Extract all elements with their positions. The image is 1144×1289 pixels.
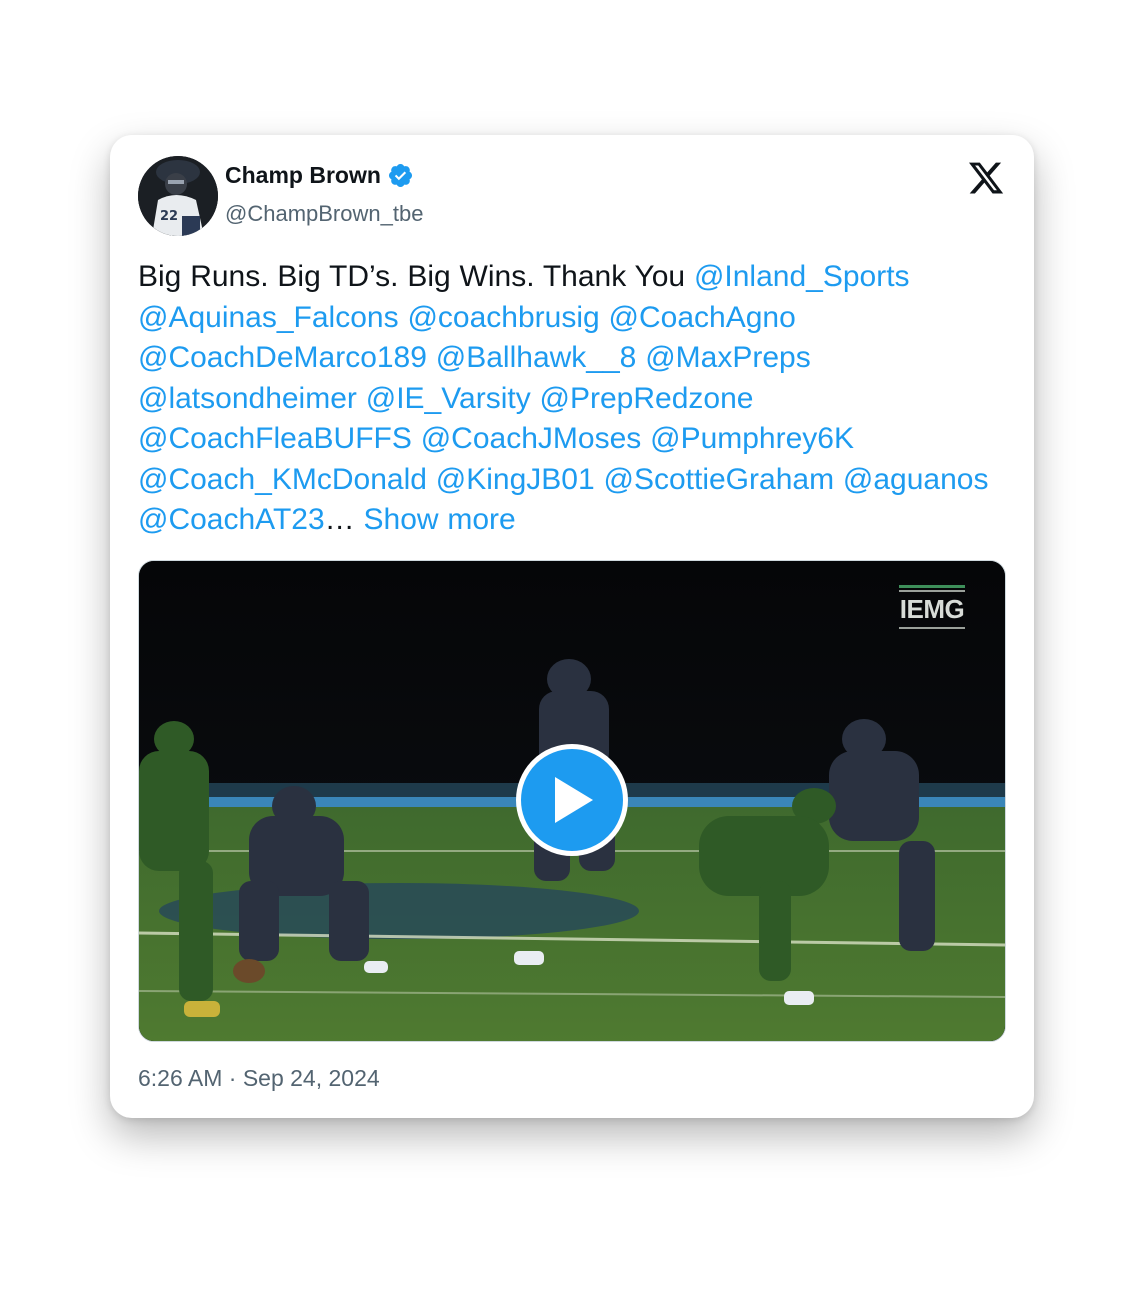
mention-link[interactable]: @coachbrusig — [407, 301, 599, 334]
mention-link[interactable]: @CoachAgno — [609, 301, 796, 334]
x-logo-icon[interactable] — [966, 159, 1006, 197]
mention-link[interactable]: @Inland_Sports — [694, 260, 910, 293]
tweet-text: Big Runs. Big TD’s. Big Wins. Thank You … — [138, 257, 1008, 541]
mention-link[interactable]: @KingJB01 — [436, 463, 595, 496]
svg-text:22: 22 — [160, 209, 178, 224]
mention-link[interactable]: @ScottieGraham — [604, 463, 835, 496]
tweet-text-prefix: Big Runs. Big TD’s. Big Wins. Thank You — [138, 260, 694, 293]
watermark-text: IEMG — [899, 594, 965, 624]
mention-link[interactable]: @IE_Varsity — [366, 382, 531, 415]
play-button[interactable] — [516, 744, 628, 856]
play-icon — [555, 777, 593, 823]
mention-link[interactable]: @aguanos — [843, 463, 989, 496]
mention-link[interactable]: @Ballhawk__8 — [436, 341, 637, 374]
author-name[interactable]: Champ Brown — [225, 162, 381, 189]
show-more-link[interactable]: Show more — [364, 503, 516, 536]
mention-link[interactable]: @CoachFleaBUFFS — [138, 422, 412, 455]
mention-link[interactable]: @PrepRedzone — [540, 382, 754, 415]
mention-link[interactable]: @Aquinas_Falcons — [138, 301, 399, 334]
video-player[interactable]: IEMG — [138, 560, 1006, 1042]
mention-link[interactable]: @CoachDeMarco189 — [138, 341, 427, 374]
avatar[interactable]: 22 — [138, 156, 218, 236]
tweet-card: 22 Champ Brown @ChampBrown_tbe Big Runs.… — [110, 135, 1034, 1118]
mention-link[interactable]: @Coach_KMcDonald — [138, 463, 427, 496]
verified-badge-icon — [387, 162, 414, 189]
mention-link[interactable]: @Pumphrey6K — [650, 422, 854, 455]
mention-link[interactable]: @MaxPreps — [645, 341, 811, 374]
text-ellipsis: … — [324, 503, 355, 536]
mention-link[interactable]: @latsondheimer — [138, 382, 357, 415]
mention-link[interactable]: @CoachJMoses — [421, 422, 642, 455]
mention-link[interactable]: @CoachAT23 — [138, 503, 325, 536]
author-handle[interactable]: @ChampBrown_tbe — [225, 201, 423, 227]
tweet-timestamp[interactable]: 6:26 AM · Sep 24, 2024 — [138, 1065, 380, 1092]
author-name-row[interactable]: Champ Brown — [225, 162, 414, 189]
iemg-watermark: IEMG — [899, 583, 965, 631]
